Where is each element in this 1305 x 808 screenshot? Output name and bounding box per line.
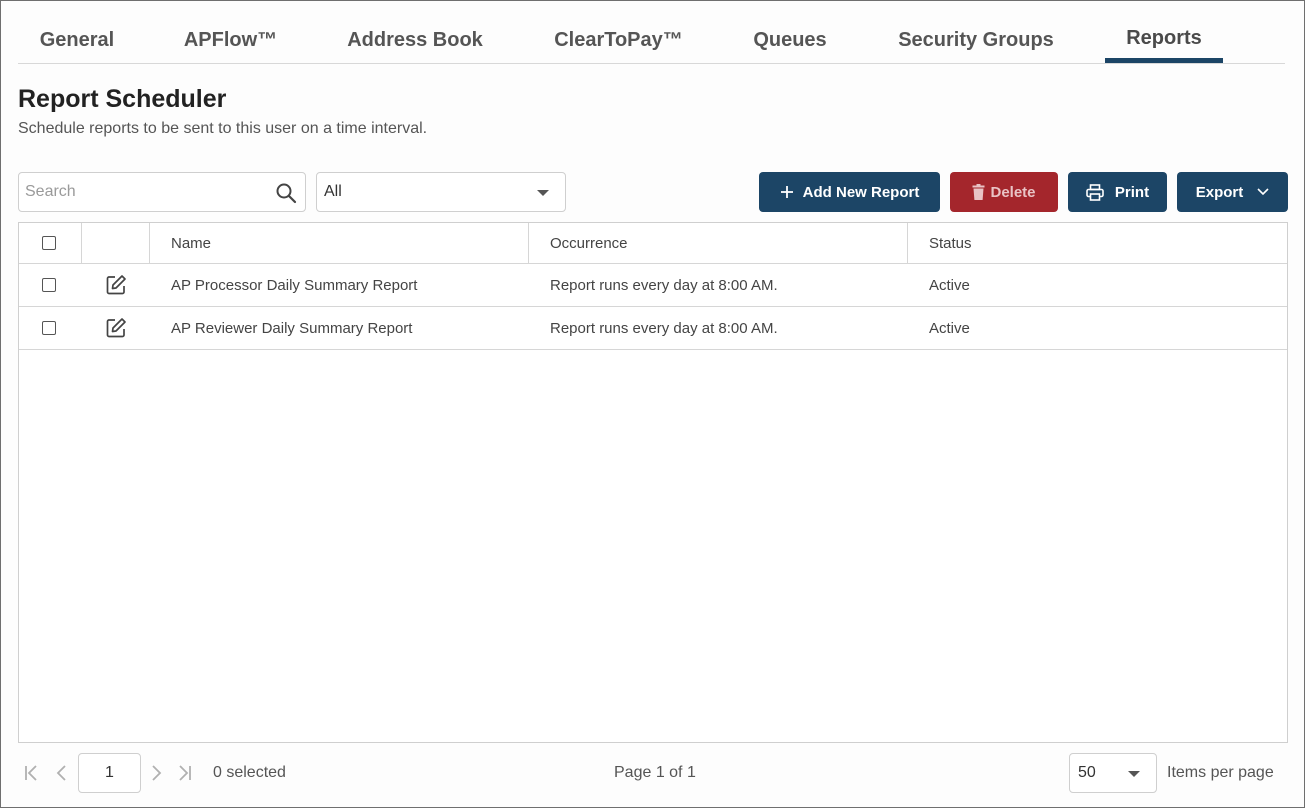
edit-icon[interactable] bbox=[105, 307, 127, 349]
column-divider bbox=[149, 223, 150, 264]
print-button[interactable]: Print bbox=[1068, 172, 1167, 212]
column-divider bbox=[81, 223, 82, 264]
export-label: Export bbox=[1195, 183, 1244, 201]
column-header-occurrence[interactable]: Occurrence bbox=[550, 223, 628, 263]
page-indicator: Page 1 of 1 bbox=[614, 764, 696, 781]
delete-button[interactable]: Delete bbox=[950, 172, 1058, 212]
report-name: AP Processor Daily Summary Report bbox=[171, 276, 418, 294]
tab-queues[interactable]: Queues bbox=[746, 19, 834, 63]
reports-table: Name Occurrence Status AP Processor Dail… bbox=[18, 222, 1288, 743]
column-divider bbox=[528, 223, 529, 264]
tab-reports[interactable]: Reports bbox=[1105, 19, 1223, 63]
add-new-report-button[interactable]: Add New Report bbox=[759, 172, 940, 212]
chevron-down-icon bbox=[1257, 188, 1269, 196]
filter-selected-value: All bbox=[324, 183, 342, 200]
tab-cleartopay[interactable]: ClearToPay™ bbox=[546, 19, 691, 63]
search-input[interactable] bbox=[25, 180, 265, 204]
report-occurrence: Report runs every day at 8:00 AM. bbox=[550, 276, 778, 294]
plus-icon bbox=[780, 185, 794, 199]
table-row[interactable]: AP Reviewer Daily Summary Report Report … bbox=[19, 307, 1287, 350]
page-size-value: 50 bbox=[1078, 764, 1096, 781]
first-page-icon[interactable] bbox=[23, 764, 41, 782]
select-all-checkbox[interactable] bbox=[42, 236, 56, 250]
edit-icon[interactable] bbox=[105, 264, 127, 306]
table-row[interactable]: AP Processor Daily Summary Report Report… bbox=[19, 264, 1287, 307]
add-new-report-label: Add New Report bbox=[802, 183, 920, 201]
export-button[interactable]: Export bbox=[1177, 172, 1288, 212]
print-label: Print bbox=[1114, 183, 1150, 201]
search-icon[interactable] bbox=[275, 182, 297, 204]
row-checkbox[interactable] bbox=[42, 321, 56, 335]
printer-icon bbox=[1086, 183, 1104, 201]
row-select-cell bbox=[42, 307, 56, 349]
row-select-cell bbox=[42, 264, 56, 306]
app-window: General APFlow™ Address Book ClearToPay™… bbox=[0, 0, 1305, 808]
column-divider bbox=[907, 223, 908, 264]
tab-general[interactable]: General bbox=[32, 19, 122, 63]
report-status: Active bbox=[929, 276, 970, 294]
column-header-status[interactable]: Status bbox=[929, 223, 972, 263]
selected-count: 0 selected bbox=[213, 764, 286, 781]
pagination-bar: 1 0 selected Page 1 of 1 50 Items per pa… bbox=[18, 753, 1288, 793]
next-page-icon[interactable] bbox=[147, 764, 165, 782]
caret-down-icon bbox=[1128, 771, 1140, 777]
column-header-name[interactable]: Name bbox=[171, 223, 211, 263]
filter-select[interactable]: All bbox=[316, 172, 566, 212]
items-per-page-label: Items per page bbox=[1167, 764, 1274, 781]
report-name: AP Reviewer Daily Summary Report bbox=[171, 319, 413, 337]
report-status: Active bbox=[929, 319, 970, 337]
previous-page-icon[interactable] bbox=[53, 764, 71, 782]
page-number-input[interactable]: 1 bbox=[78, 753, 141, 793]
report-occurrence: Report runs every day at 8:00 AM. bbox=[550, 319, 778, 337]
select-all-cell bbox=[42, 223, 56, 263]
row-checkbox[interactable] bbox=[42, 278, 56, 292]
tab-apflow[interactable]: APFlow™ bbox=[178, 19, 283, 63]
tab-security-groups[interactable]: Security Groups bbox=[890, 19, 1062, 63]
search-box bbox=[18, 172, 306, 212]
tab-address-book[interactable]: Address Book bbox=[338, 19, 492, 63]
page-size-select[interactable]: 50 bbox=[1069, 753, 1157, 793]
table-header-row: Name Occurrence Status bbox=[19, 223, 1287, 264]
last-page-icon[interactable] bbox=[175, 764, 193, 782]
page-subtitle: Schedule reports to be sent to this user… bbox=[18, 120, 428, 137]
tab-bar: General APFlow™ Address Book ClearToPay™… bbox=[18, 19, 1285, 64]
caret-down-icon bbox=[537, 190, 549, 196]
page-title: Report Scheduler bbox=[18, 85, 227, 113]
trash-icon bbox=[972, 184, 985, 200]
delete-label: Delete bbox=[990, 183, 1036, 201]
